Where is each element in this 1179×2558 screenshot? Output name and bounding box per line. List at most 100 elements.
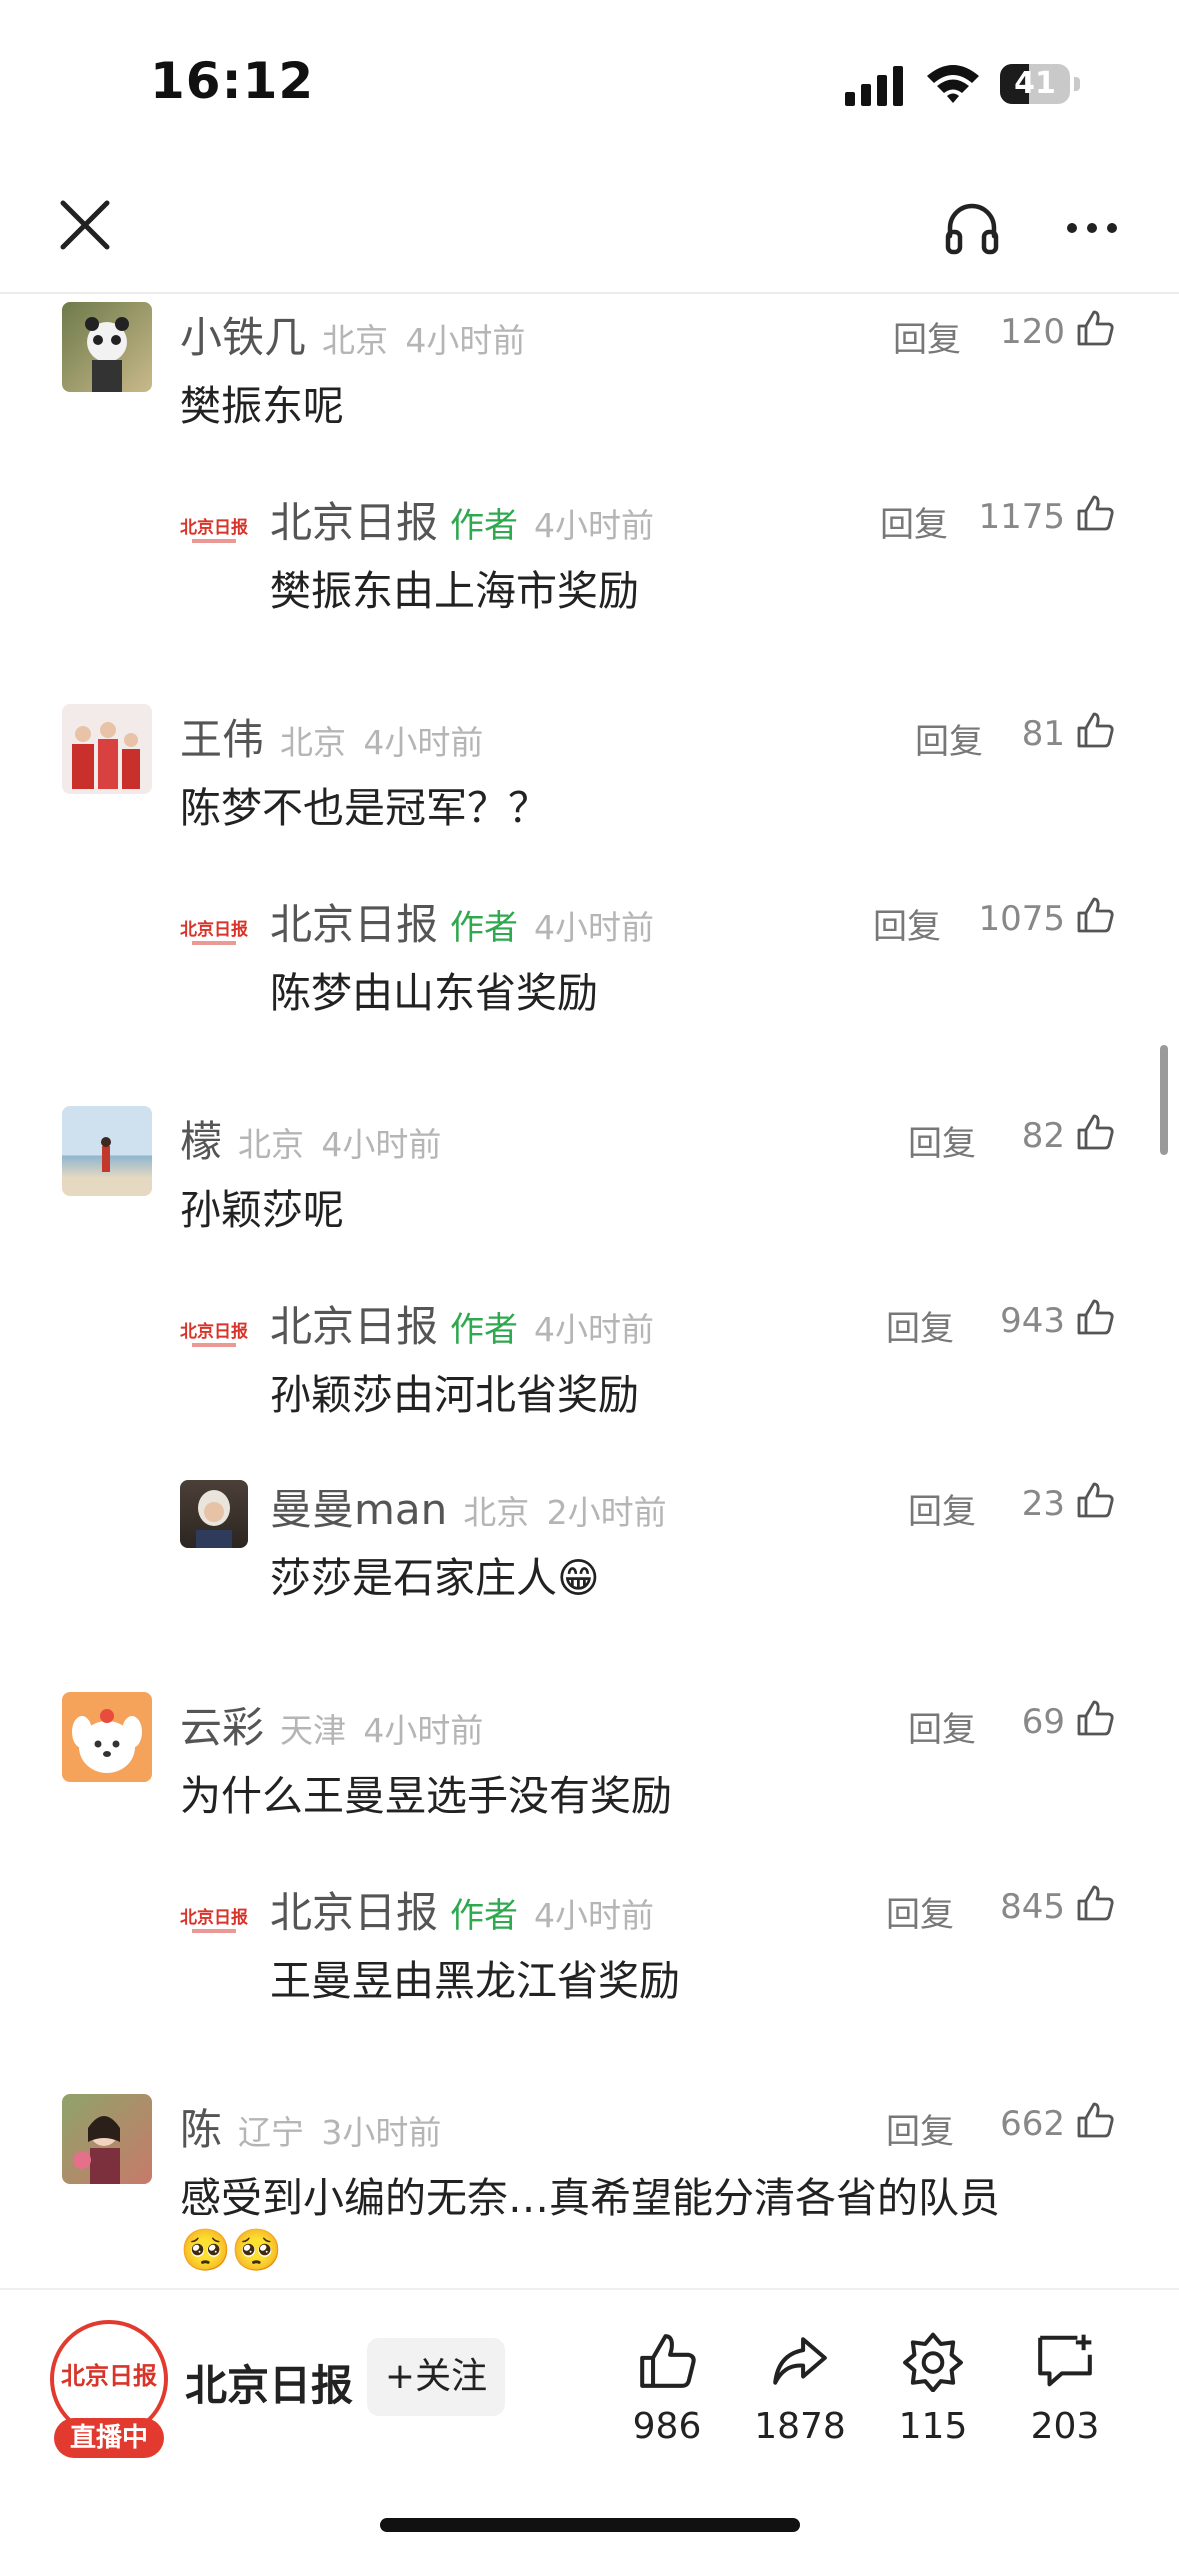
share-icon <box>773 2337 827 2385</box>
comment-author[interactable]: 小铁几 <box>180 313 306 362</box>
reply-button[interactable]: 回复 <box>893 312 961 361</box>
comment-icon <box>1038 2334 1092 2387</box>
comment-author[interactable]: 王伟 <box>180 715 264 764</box>
comment-location: 北京 <box>238 1125 305 1164</box>
comment-text: 孙颖莎由河北省奖励 <box>270 1371 639 1419</box>
live-badge[interactable]: 直播中 <box>54 2418 164 2458</box>
comment-time: 4小时前 <box>534 908 655 947</box>
reply-button[interactable]: 回复 <box>886 2104 954 2153</box>
comment-text: 莎莎是石家庄人😁 <box>270 1554 600 1602</box>
comment-author[interactable]: 曼曼man <box>270 1485 447 1534</box>
collect-count: 115 <box>898 2406 968 2447</box>
thumbs-up-icon[interactable] <box>1075 308 1115 348</box>
comment-text: 陈梦由山东省奖励 <box>270 969 598 1017</box>
comment-time: 4小时前 <box>363 723 484 762</box>
reply-button[interactable]: 回复 <box>886 1301 954 1350</box>
like-count: 662 <box>1000 2104 1065 2144</box>
author-tag: 作者 <box>450 908 519 948</box>
comment-time: 4小时前 <box>363 1711 484 1750</box>
comment-time: 2小时前 <box>546 1493 667 1532</box>
avatar[interactable]: 北京日报 <box>180 1303 248 1371</box>
header-divider <box>0 292 1179 294</box>
comment-text: 樊振东由上海市奖励 <box>270 567 639 615</box>
author-tag: 作者 <box>450 1896 519 1936</box>
comment-author[interactable]: 北京日报 <box>270 1888 438 1937</box>
like-count: 120 <box>1000 312 1065 352</box>
comment-author[interactable]: 云彩 <box>180 1703 264 1752</box>
battery-icon: 41 <box>1000 64 1080 104</box>
comment-text-line2: 🥺🥺 <box>180 2226 283 2274</box>
status-time: 16:12 <box>150 52 315 110</box>
thumbs-up-icon[interactable] <box>1075 1112 1115 1152</box>
comment-text: 感受到小编的无奈…真希望能分清各省的队员 <box>180 2174 1000 2222</box>
like-count: 986 <box>632 2406 702 2447</box>
reply-button[interactable]: 回复 <box>886 1887 954 1936</box>
thumbs-up-icon[interactable] <box>1075 1480 1115 1520</box>
like-count: 943 <box>1000 1301 1065 1341</box>
comment-author[interactable]: 陈 <box>180 2105 222 2154</box>
thumbs-up-icon[interactable] <box>1075 710 1115 750</box>
logo-text: 北京日报 <box>180 1907 248 1928</box>
thumbs-up-icon[interactable] <box>1075 1698 1115 1738</box>
comment-location: 辽宁 <box>238 2113 305 2152</box>
comment-author[interactable]: 北京日报 <box>270 900 438 949</box>
comment-time: 4小时前 <box>534 1896 655 1935</box>
like-count: 845 <box>1000 1887 1065 1927</box>
comment-text: 樊振东呢 <box>180 382 344 430</box>
thumbs-up-icon[interactable] <box>1075 1883 1115 1923</box>
home-indicator[interactable] <box>380 2518 800 2532</box>
like-count: 1175 <box>978 497 1065 537</box>
avatar[interactable]: 北京日报 <box>180 901 248 969</box>
comment-time: 4小时前 <box>321 1125 442 1164</box>
like-button[interactable]: 986 <box>607 2330 727 2447</box>
battery-level: 41 <box>1014 66 1056 101</box>
scrollbar[interactable] <box>1160 1045 1168 1155</box>
like-count: 23 <box>1021 1484 1065 1524</box>
thumbs-up-icon[interactable] <box>1075 2100 1115 2140</box>
comment-author[interactable]: 北京日报 <box>270 1302 438 1351</box>
avatar[interactable] <box>62 704 152 794</box>
avatar[interactable] <box>62 2094 152 2184</box>
comment-time: 4小时前 <box>534 1310 655 1349</box>
comment-location: 北京 <box>280 723 347 762</box>
comment-author[interactable]: 北京日报 <box>270 498 438 547</box>
like-count: 1075 <box>978 899 1065 939</box>
comment-text: 孙颖莎呢 <box>180 1186 344 1234</box>
comment-text: 陈梦不也是冠军？？ <box>180 784 549 832</box>
more-icon[interactable] <box>1062 198 1122 258</box>
thumbs-up-icon[interactable] <box>1075 493 1115 533</box>
comment-text: 王曼昱由黑龙江省奖励 <box>270 1957 680 2005</box>
avatar[interactable] <box>180 1480 248 1548</box>
avatar[interactable]: 北京日报 <box>180 499 248 567</box>
close-icon[interactable] <box>55 195 115 255</box>
like-count: 81 <box>1021 714 1065 754</box>
comment-button[interactable]: 203 <box>1005 2330 1125 2447</box>
comment-time: 3小时前 <box>321 2113 442 2152</box>
comment-time: 4小时前 <box>534 506 655 545</box>
like-icon <box>640 2334 696 2388</box>
thumbs-up-icon[interactable] <box>1075 895 1115 935</box>
like-count: 82 <box>1021 1116 1065 1156</box>
thumbs-up-icon[interactable] <box>1075 1297 1115 1337</box>
collect-button[interactable]: 115 <box>873 2330 993 2447</box>
reply-button[interactable]: 回复 <box>880 497 948 546</box>
wifi-icon <box>927 65 979 103</box>
author-tag: 作者 <box>450 1310 519 1350</box>
comment-location: 北京 <box>322 321 389 360</box>
cellular-signal-icon <box>845 66 903 106</box>
avatar[interactable] <box>62 1692 152 1782</box>
comment-count: 203 <box>1030 2406 1100 2447</box>
share-button[interactable]: 1878 <box>740 2330 860 2447</box>
avatar[interactable] <box>62 302 152 392</box>
account-name[interactable]: 北京日报 <box>185 2352 353 2413</box>
comment-author[interactable]: 檬 <box>180 1117 222 1166</box>
comment-text: 为什么王曼昱选手没有奖励 <box>180 1772 672 1820</box>
comment-time: 4小时前 <box>405 321 526 360</box>
share-count: 1878 <box>754 2406 846 2447</box>
avatar[interactable]: 北京日报 <box>180 1889 248 1957</box>
collect-icon <box>903 2332 963 2392</box>
reply-button[interactable]: 回复 <box>873 899 941 948</box>
avatar[interactable] <box>62 1106 152 1196</box>
follow-button[interactable]: +关注 <box>367 2338 505 2416</box>
headphone-icon[interactable] <box>942 198 1002 258</box>
